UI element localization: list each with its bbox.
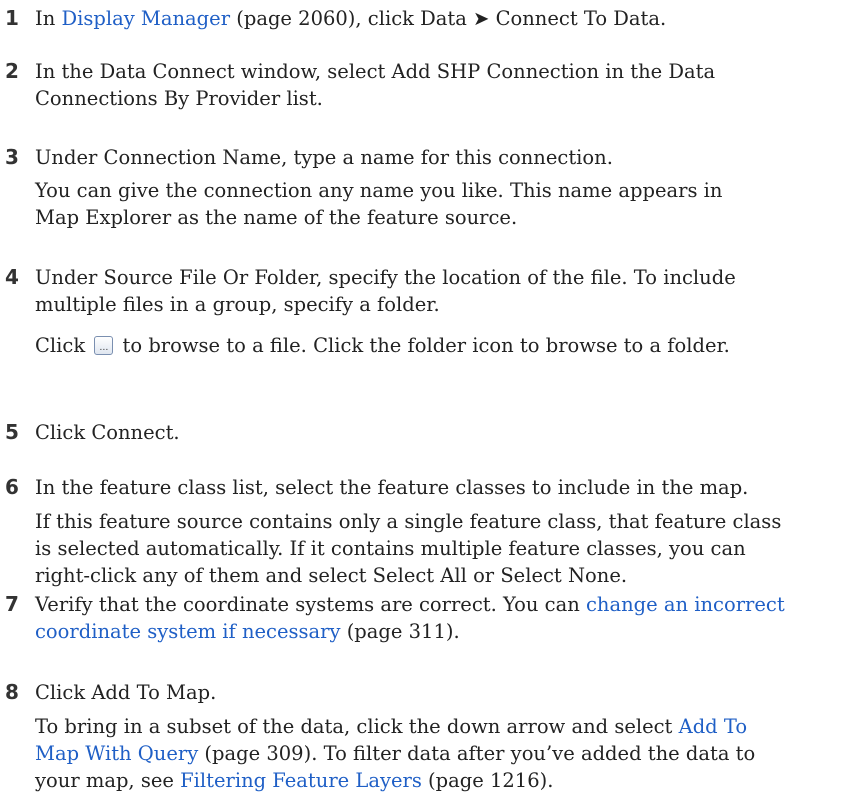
step-number: 1	[5, 6, 19, 30]
step-line: Connections By Provider list.	[35, 86, 323, 112]
browse-button-icon: …	[94, 336, 114, 355]
step-line: Verify that the coordinate systems are c…	[35, 592, 785, 618]
cross-reference-link[interactable]: Display Manager	[61, 7, 230, 30]
step-line: To bring in a subset of the data, click …	[35, 714, 747, 740]
step-text: If this feature source contains only a s…	[35, 510, 782, 533]
step-line: Click … to browse to a file. Click the f…	[35, 333, 730, 359]
step-text: To bring in a subset of the data, click …	[35, 715, 679, 738]
step-text: Under Connection Name, type a name for t…	[35, 146, 613, 169]
step-text: In the Data Connect window, select Add S…	[35, 60, 716, 83]
step-line: right-click any of them and select Selec…	[35, 563, 627, 589]
step-line: Under Connection Name, type a name for t…	[35, 145, 613, 171]
step-line: Click Add To Map.	[35, 680, 216, 706]
step-text: Map Explorer as the name of the feature …	[35, 206, 518, 229]
step-number: 3	[5, 145, 19, 169]
step-text: You can give the connection any name you…	[35, 179, 723, 202]
step-text: Click Add To Map.	[35, 681, 217, 704]
step-text: In the feature class list, select the fe…	[35, 476, 749, 499]
cross-reference-link[interactable]: Filtering Feature Layers	[180, 769, 422, 792]
step-line: is selected automatically. If it contain…	[35, 536, 746, 562]
cross-reference-link[interactable]: Map With Query	[35, 742, 198, 765]
step-text: (page 2060), click Data ➤ Connect To Dat…	[230, 7, 667, 30]
step-number: 2	[5, 59, 19, 83]
step-number: 5	[5, 420, 19, 444]
step-text: Connections By Provider list.	[35, 87, 323, 110]
step-text: multiple files in a group, specify a fol…	[35, 293, 440, 316]
step-text: Click	[35, 334, 92, 357]
ellipsis-glyph: …	[99, 343, 109, 353]
step-line: Under Source File Or Folder, specify the…	[35, 265, 736, 291]
step-number: 8	[5, 680, 19, 704]
step-line: Map Explorer as the name of the feature …	[35, 205, 517, 231]
step-text: (page 1216).	[421, 769, 554, 792]
step-text: (page 309). To filter data after you’ve …	[198, 742, 756, 765]
step-line: your map, see Filtering Feature Layers (…	[35, 768, 553, 794]
step-text: Verify that the coordinate systems are c…	[35, 593, 586, 616]
step-line: multiple files in a group, specify a fol…	[35, 292, 440, 318]
step-line: In Display Manager (page 2060), click Da…	[35, 6, 666, 32]
cross-reference-link[interactable]: change an incorrect	[586, 593, 785, 616]
cross-reference-link[interactable]: coordinate system if necessary	[35, 620, 341, 643]
step-line: Click Connect.	[35, 420, 180, 446]
step-text: to browse to a file. Click the folder ic…	[116, 334, 730, 357]
step-line: If this feature source contains only a s…	[35, 509, 781, 535]
step-line: coordinate system if necessary (page 311…	[35, 619, 460, 645]
step-line: In the feature class list, select the fe…	[35, 475, 748, 501]
step-line: Map With Query (page 309). To filter dat…	[35, 741, 755, 767]
step-text: is selected automatically. If it contain…	[35, 537, 746, 560]
step-number: 6	[5, 475, 19, 499]
cross-reference-link[interactable]: Add To	[679, 715, 747, 738]
step-text: Under Source File Or Folder, specify the…	[35, 266, 736, 289]
step-number: 4	[5, 265, 19, 289]
step-text: Click Connect.	[35, 421, 180, 444]
step-text: (page 311).	[340, 620, 460, 643]
step-line: In the Data Connect window, select Add S…	[35, 59, 715, 85]
step-text: your map, see	[35, 769, 181, 792]
step-line: You can give the connection any name you…	[35, 178, 722, 204]
step-text: right-click any of them and select Selec…	[35, 564, 628, 587]
step-number: 7	[5, 592, 19, 616]
step-text: In	[35, 7, 62, 30]
